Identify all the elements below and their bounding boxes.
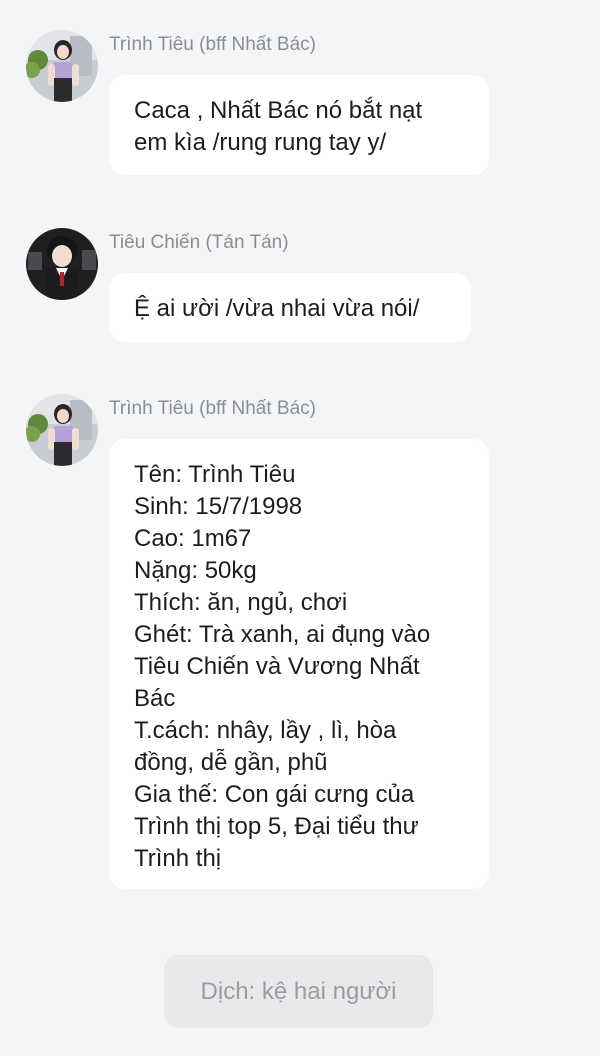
message-line: Tên: Trình Tiêu: [134, 461, 296, 488]
system-message: Dịch: kệ hai người: [164, 955, 433, 1028]
message-line: Thích: ăn, ngủ, chơi: [134, 589, 348, 616]
message-line: Ệ ai ười /vừa nhai vừa nói/: [134, 295, 420, 322]
message-line: Tiêu Chiến và Vương Nhất: [134, 653, 420, 680]
message-line: em kìa /rung rung tay y/: [134, 129, 387, 156]
message-line: Trình thị: [134, 845, 222, 872]
message-bubble[interactable]: Ệ ai ười /vừa nhai vừa nói/: [109, 273, 471, 342]
sender-name: Tiêu Chiến (Tán Tán): [109, 232, 289, 253]
message-line: Bác: [134, 685, 176, 712]
message-bubble[interactable]: Tên: Trình Tiêu Sinh: 15/7/1998 Cao: 1m6…: [109, 439, 489, 889]
avatar-trinh-tieu[interactable]: [26, 30, 98, 102]
message-line: Ghét: Trà xanh, ai đụng vào: [134, 621, 431, 648]
sender-name: Trình Tiêu (bff Nhất Bác): [109, 34, 316, 55]
avatar-trinh-tieu[interactable]: [26, 394, 98, 466]
message-line: đồng, dễ gần, phũ: [134, 749, 328, 776]
message-line: Nặng: 50kg: [134, 557, 257, 584]
sender-name: Trình Tiêu (bff Nhất Bác): [109, 398, 316, 419]
message-bubble[interactable]: Caca , Nhất Bác nó bắt nạt em kìa /rung …: [109, 75, 489, 175]
avatar-tieu-chien[interactable]: [26, 228, 98, 300]
message-line: Cao: 1m67: [134, 525, 252, 552]
message-line: Sinh: 15/7/1998: [134, 493, 303, 520]
message-line: Trình thị top 5, Đại tiểu thư: [134, 813, 419, 840]
message-line: T.cách: nhây, lầy , lì, hòa: [134, 717, 397, 744]
message-line: Caca , Nhất Bác nó bắt nạt: [134, 97, 423, 124]
message-line: Gia thế: Con gái cưng của: [134, 781, 415, 808]
